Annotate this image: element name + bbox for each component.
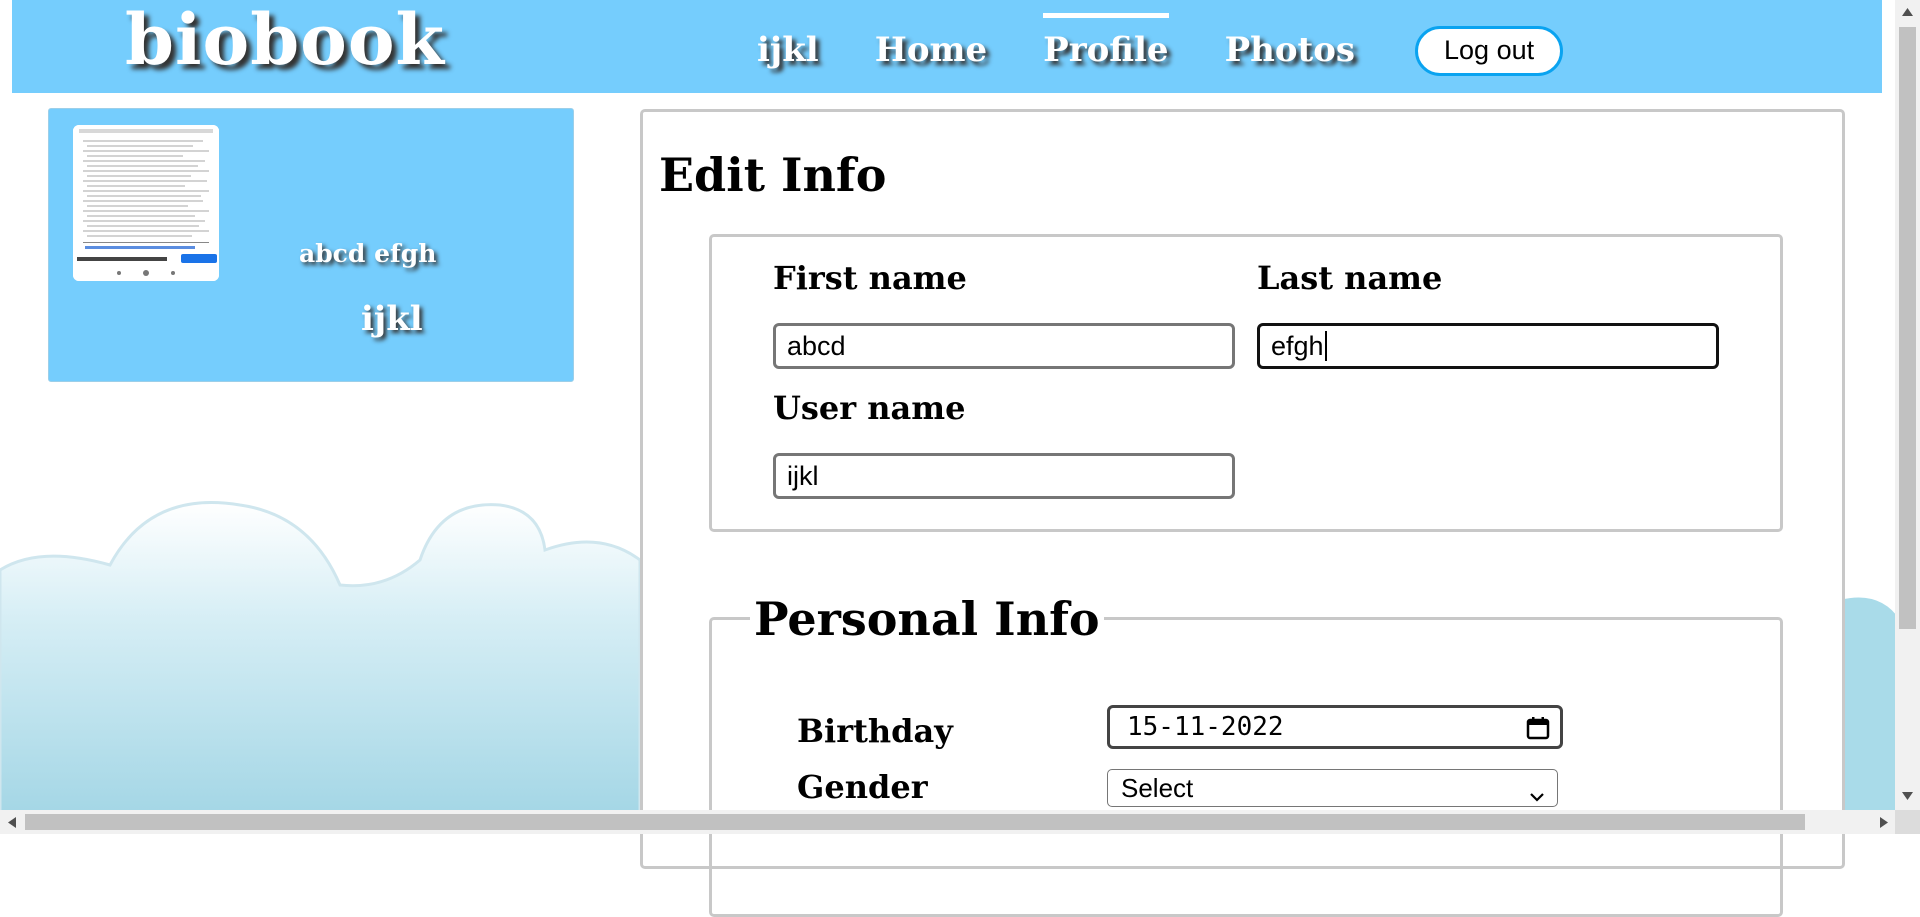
birthday-label: Birthday	[797, 712, 953, 750]
horizontal-scroll-thumb[interactable]	[25, 814, 1805, 830]
last-name-field[interactable]: efgh	[1257, 323, 1719, 369]
gender-select[interactable]: Select	[1107, 769, 1558, 807]
main-nav: ijkl Home Profile Photos Log out	[757, 0, 1564, 93]
profile-username: ijkl	[361, 299, 423, 339]
name-fieldset: First name abcd Last name efgh User name…	[709, 234, 1783, 532]
page-title: Edit Info	[659, 148, 887, 202]
scrollbar-corner	[1895, 810, 1920, 834]
profile-full-name: abcd efgh	[299, 239, 437, 268]
vertical-scroll-thumb[interactable]	[1899, 27, 1916, 629]
first-name-field[interactable]: abcd	[773, 323, 1235, 369]
personal-info-fieldset: Personal Info Birthday 15-11-2022 Gender…	[709, 594, 1783, 917]
user-name-value: ijkl	[787, 460, 819, 491]
chevron-down-icon	[1529, 780, 1545, 811]
nav-item-home[interactable]: Home	[875, 0, 987, 97]
top-header: biobook ijkl Home Profile Photos Log out	[12, 0, 1882, 93]
last-name-value: efgh	[1271, 330, 1324, 361]
nav-item-profile[interactable]: Profile	[1043, 0, 1170, 97]
calendar-icon[interactable]	[1526, 716, 1550, 747]
vertical-scrollbar[interactable]	[1895, 0, 1920, 810]
site-logo[interactable]: biobook	[125, 0, 445, 80]
gender-label: Gender	[797, 768, 928, 806]
gender-selected-value: Select	[1121, 772, 1194, 803]
nav-item-photos[interactable]: Photos	[1225, 0, 1356, 97]
profile-card: abcd efgh ijkl	[48, 108, 574, 382]
logout-button[interactable]: Log out	[1415, 25, 1564, 76]
personal-info-legend: Personal Info	[750, 594, 1104, 644]
first-name-label: First name	[773, 259, 967, 297]
user-name-label: User name	[773, 389, 966, 427]
birthday-date-input[interactable]: 15-11-2022	[1107, 705, 1563, 749]
profile-picture[interactable]	[73, 125, 219, 281]
user-name-field[interactable]: ijkl	[773, 453, 1235, 499]
scroll-right-arrow-icon[interactable]	[1880, 817, 1888, 828]
scroll-down-arrow-icon[interactable]	[1902, 792, 1913, 800]
edit-panel: Edit Info First name abcd Last name efgh…	[640, 109, 1845, 917]
text-caret	[1324, 331, 1327, 361]
scroll-up-arrow-icon[interactable]	[1902, 8, 1913, 16]
first-name-value: abcd	[787, 330, 846, 361]
birthday-value: 15-11-2022	[1127, 712, 1284, 742]
horizontal-scrollbar[interactable]	[0, 810, 1895, 834]
last-name-label: Last name	[1257, 259, 1443, 297]
scroll-left-arrow-icon[interactable]	[8, 817, 16, 828]
profile-picture-image	[73, 125, 219, 281]
nav-item-user[interactable]: ijkl	[757, 0, 819, 97]
